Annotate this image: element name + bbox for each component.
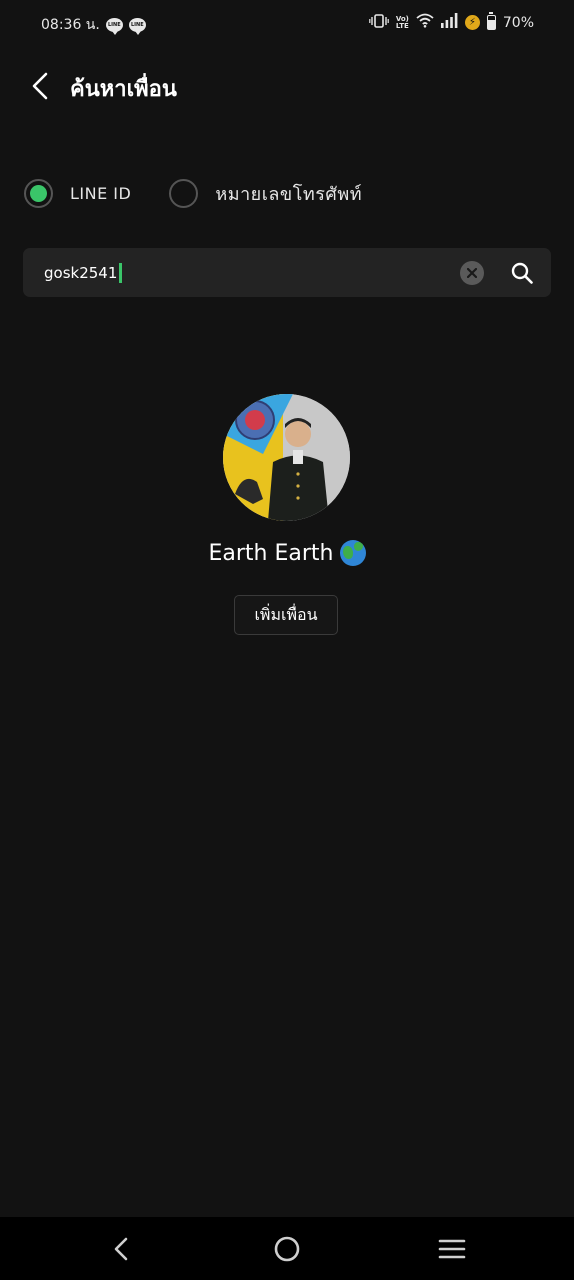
signal-icon (440, 13, 458, 32)
nav-recents-button[interactable] (436, 1233, 468, 1265)
nav-menu-icon (438, 1239, 466, 1259)
system-navigation-bar (0, 1217, 574, 1280)
profile-name: Earth Earth (0, 540, 574, 566)
status-bar: 08:36 น. LINE LINE Vo) LTE ⚡ 70% (0, 0, 574, 46)
page-title: ค้นหาเพื่อน (70, 77, 177, 102)
close-icon (467, 268, 477, 278)
battery-percent: 70% (502, 14, 534, 31)
radio-label-phone-number: หมายเลขโทรศัพท์ (215, 183, 363, 205)
globe-emoji-icon (339, 540, 366, 566)
line-notification-icon: LINE (128, 18, 146, 35)
search-button[interactable] (509, 260, 535, 286)
profile-name-text: Earth Earth (208, 540, 334, 566)
line-notification-label: LINE (131, 22, 144, 28)
nav-back-icon (114, 1237, 128, 1261)
search-input[interactable]: gosk2541 (44, 263, 123, 283)
radio-button-line-id[interactable] (24, 178, 53, 208)
wifi-icon (416, 13, 434, 32)
header: ค้นหาเพื่อน (0, 60, 574, 112)
battery-fill (487, 19, 495, 29)
status-left: 08:36 น. LINE LINE (41, 14, 146, 36)
radio-selected-dot (30, 184, 47, 202)
nav-home-icon (274, 1236, 300, 1262)
status-time: 08:36 น. (41, 17, 100, 33)
profile-avatar[interactable] (223, 394, 350, 521)
clear-button[interactable] (460, 261, 484, 285)
nav-home-button[interactable] (271, 1233, 303, 1265)
search-type-selector: LINE ID หมายเลขโทรศัพท์ (24, 176, 362, 210)
network-label: LTE (395, 21, 409, 30)
back-button[interactable] (24, 70, 56, 102)
search-field[interactable]: gosk2541 (23, 248, 551, 297)
add-friend-button[interactable]: เพิ่มเพื่อน (234, 595, 338, 635)
vibrate-icon (369, 13, 389, 32)
radio-button-phone-number[interactable] (169, 178, 199, 208)
search-icon (511, 262, 533, 284)
battery-icon (486, 12, 496, 30)
text-cursor (119, 263, 123, 283)
volte-icon: Vo) LTE (395, 15, 409, 30)
fast-charging-icon: ⚡ (464, 15, 480, 30)
radio-label-line-id: LINE ID (70, 183, 132, 203)
line-notification-icon: LINE (105, 18, 123, 35)
profile-photo (223, 394, 350, 521)
chevron-left-icon (32, 72, 48, 100)
search-input-value: gosk2541 (44, 264, 118, 282)
radio-option-line-id[interactable]: LINE ID (24, 178, 132, 208)
nav-back-button[interactable] (105, 1233, 137, 1265)
radio-option-phone-number[interactable]: หมายเลขโทรศัพท์ (169, 178, 363, 208)
line-notification-label: LINE (108, 22, 121, 28)
status-right: Vo) LTE ⚡ 70% (369, 12, 534, 32)
